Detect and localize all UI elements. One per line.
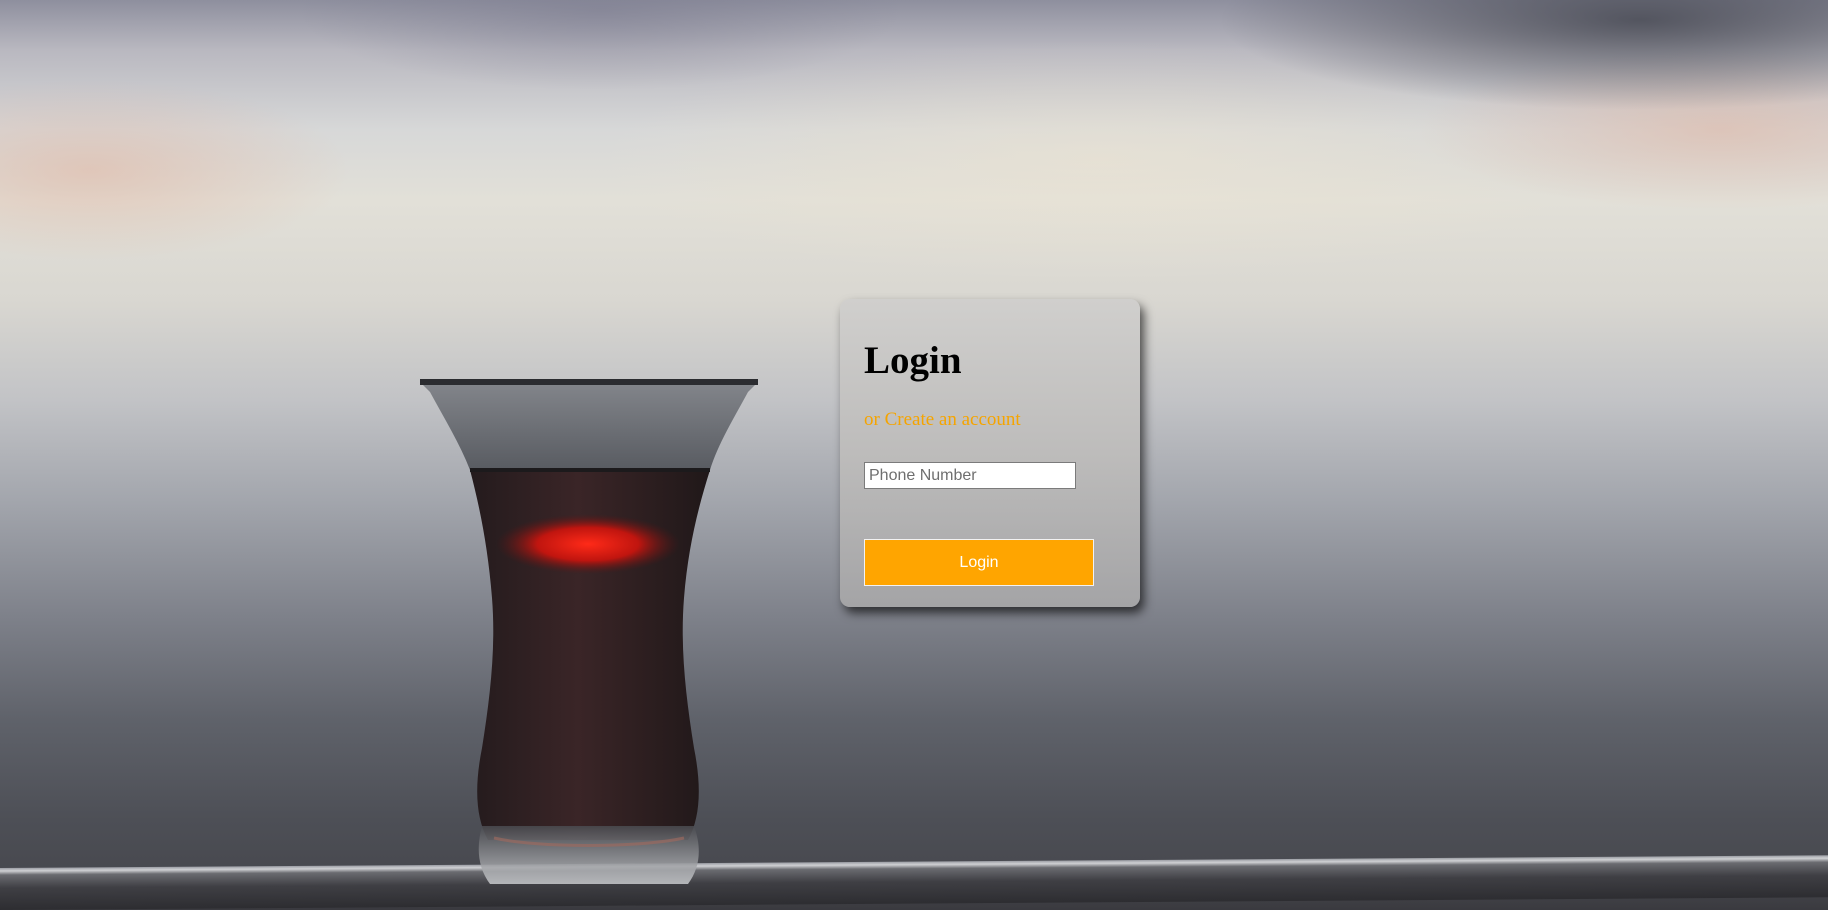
phone-number-input[interactable] xyxy=(864,462,1076,489)
login-title: Login xyxy=(864,339,962,382)
tea-glass-photo xyxy=(418,378,760,890)
login-button[interactable]: Login xyxy=(864,539,1094,586)
table-surface xyxy=(0,855,1828,910)
login-card: Login or Create an account Login xyxy=(840,299,1140,607)
create-account-link[interactable]: or Create an account xyxy=(864,409,1021,431)
